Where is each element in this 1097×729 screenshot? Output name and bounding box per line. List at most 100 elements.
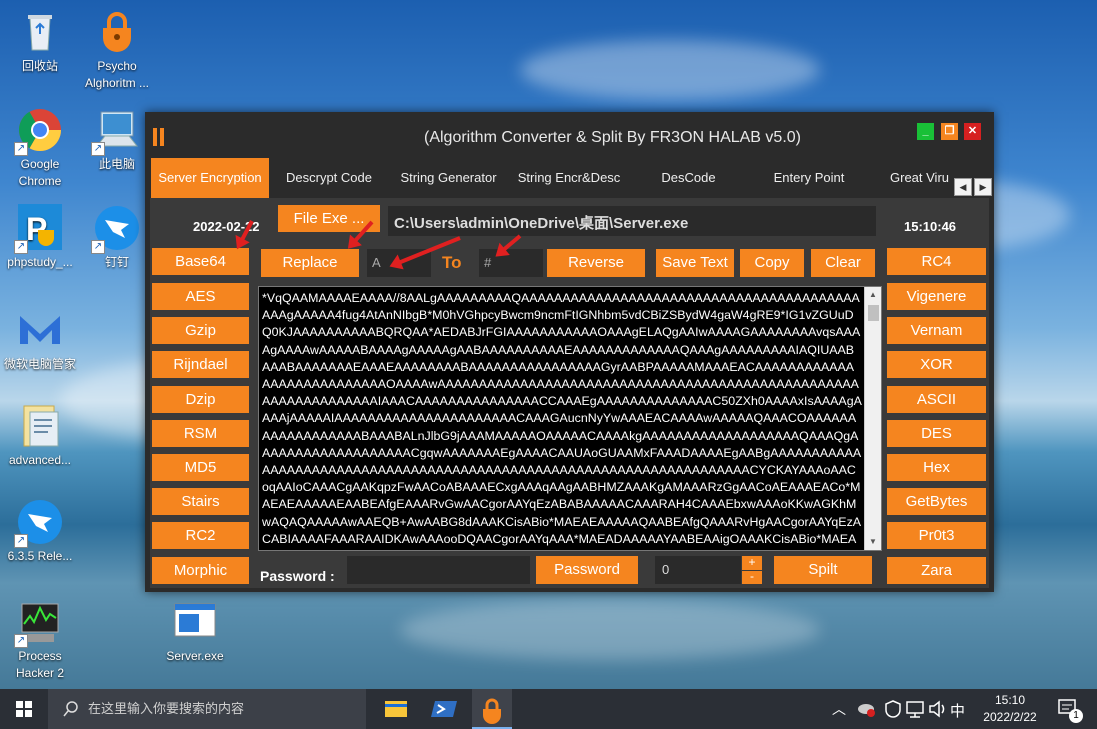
aes-button[interactable]: AES (152, 283, 249, 310)
split-count-input[interactable]: 0 (655, 556, 741, 584)
gzip-button[interactable]: Gzip (152, 317, 249, 344)
vernam-button[interactable]: Vernam (887, 317, 986, 344)
des-button[interactable]: DES (887, 420, 986, 447)
folder-icon (385, 701, 407, 717)
rsm-button[interactable]: RSM (152, 420, 249, 447)
title-bar[interactable]: (Algorithm Converter & Split By FR3ON HA… (145, 112, 994, 158)
password-label: Password : (260, 568, 335, 584)
desktop-icon-release[interactable]: ↗ 6.3.5 Rele... (0, 498, 80, 565)
md5-button[interactable]: MD5 (152, 454, 249, 481)
volume-icon[interactable] (926, 689, 948, 729)
desktop-icon-advanced[interactable]: advanced... (0, 402, 80, 469)
powershell-icon (431, 701, 457, 717)
output-scrollbar[interactable]: ▲ ▼ (864, 287, 881, 550)
recycle-bin-icon (16, 8, 64, 56)
windows-icon (16, 701, 32, 717)
xor-button[interactable]: XOR (887, 351, 986, 378)
tab-string-encr-desc[interactable]: String Encr&Desc (512, 158, 626, 198)
base64-button[interactable]: Base64 (152, 248, 249, 275)
output-text: *VqQAAMAAAAEAAAA//8AALgAAAAAAAAAQAAAAAAA… (262, 291, 862, 550)
pr0t3-button[interactable]: Pr0t3 (887, 522, 986, 549)
split-button[interactable]: Spilt (774, 556, 872, 584)
app-logo-icon (153, 128, 167, 146)
tab-scroll-right-button[interactable]: ▶ (974, 178, 992, 196)
lock-icon (483, 698, 501, 724)
rc2-button[interactable]: RC2 (152, 522, 249, 549)
file-path-field[interactable]: C:\Users\admin\OneDrive\桌面\Server.exe (388, 206, 876, 236)
window-title: (Algorithm Converter & Split By FR3ON HA… (423, 129, 801, 146)
copy-button[interactable]: Copy (740, 249, 804, 277)
desktop-icon-chrome[interactable]: ↗ Google Chrome (0, 106, 80, 190)
computer-icon: ↗ (91, 106, 141, 156)
clear-button[interactable]: Clear (811, 249, 875, 277)
save-text-button[interactable]: Save Text (656, 249, 734, 277)
chrome-icon: ↗ (14, 106, 64, 156)
tab-descrypt-code[interactable]: Descrypt Code (275, 158, 383, 198)
pc-manager-icon (16, 306, 64, 354)
taskbar: 在这里输入你要搜索的内容 ︿ 中 15:10 2022/2/22 1 (0, 689, 1097, 729)
getbytes-button[interactable]: GetBytes (887, 488, 986, 515)
morphic-button[interactable]: Morphic (152, 557, 249, 584)
tab-scroll-left-button[interactable]: ◀ (954, 178, 972, 196)
notification-badge: 1 (1069, 709, 1083, 723)
scroll-thumb[interactable] (868, 305, 879, 321)
clock-date: 2022/2/22 (983, 710, 1037, 724)
scroll-down-icon[interactable]: ▼ (865, 534, 881, 550)
desktop-icon-pc-manager[interactable]: 微软电脑管家 (0, 306, 80, 373)
desktop-icon-process-hacker[interactable]: ↗ Process Hacker 2 (0, 598, 80, 682)
password-button[interactable]: Password (536, 556, 638, 584)
onedrive-status-icon[interactable] (856, 689, 878, 729)
dingtalk-icon: ↗ (14, 498, 64, 548)
tab-descode[interactable]: DesCode (645, 158, 732, 198)
executable-icon (171, 598, 219, 646)
vigenere-button[interactable]: Vigenere (887, 283, 986, 310)
security-tray-icon[interactable] (882, 689, 904, 729)
ascii-button[interactable]: ASCII (887, 386, 986, 413)
stairs-button[interactable]: Stairs (152, 488, 249, 515)
tab-server-encryption[interactable]: Server Encryption (151, 158, 269, 198)
show-hidden-icons-button[interactable]: ︿ (832, 699, 846, 719)
scroll-up-icon[interactable]: ▲ (865, 287, 881, 303)
taskbar-clock[interactable]: 15:10 2022/2/22 (975, 693, 1045, 724)
zara-button[interactable]: Zara (887, 557, 986, 584)
reverse-button[interactable]: Reverse (547, 249, 645, 277)
search-icon (62, 689, 80, 729)
split-count-plus-button[interactable]: + (742, 556, 762, 570)
desktop-icon-phpstudy[interactable]: P ↗ phpstudy_... (0, 204, 80, 271)
password-input[interactable] (347, 556, 530, 584)
file-explorer-taskbar-button[interactable] (376, 689, 416, 729)
time-display: 15:10:46 (904, 219, 957, 234)
dzip-button[interactable]: Dzip (152, 386, 249, 413)
close-button[interactable]: ✕ (964, 123, 981, 140)
tab-strip: Server Encryption Descrypt Code String G… (145, 158, 994, 198)
clock-time: 15:10 (994, 693, 1026, 707)
cloud-decoration (400, 600, 820, 660)
search-placeholder: 在这里输入你要搜索的内容 (88, 701, 245, 716)
restore-button[interactable]: ❐ (941, 123, 958, 140)
split-count-minus-button[interactable]: - (742, 570, 762, 584)
powershell-taskbar-button[interactable] (424, 689, 464, 729)
minimize-button[interactable]: _ (917, 123, 934, 140)
cloud-decoration (520, 40, 820, 100)
tab-great-virus[interactable]: Great Viru (890, 158, 954, 198)
rijndael-button[interactable]: Rijndael (152, 351, 249, 378)
notification-center-button[interactable]: 1 (1054, 689, 1084, 729)
lock-icon (93, 8, 141, 56)
replace-button[interactable]: Replace (261, 249, 359, 277)
ime-indicator[interactable]: 中 (950, 700, 965, 721)
app-window: (Algorithm Converter & Split By FR3ON HA… (145, 112, 994, 592)
tab-string-generator[interactable]: String Generator (391, 158, 506, 198)
dingtalk-icon: ↗ (91, 204, 141, 254)
desktop-icon-psycho-alghoritm[interactable]: Psycho Alghoritm ... (77, 8, 157, 92)
start-button[interactable] (0, 689, 48, 729)
taskbar-search[interactable]: 在这里输入你要搜索的内容 (48, 689, 366, 729)
network-icon[interactable] (904, 689, 926, 729)
rc4-button[interactable]: RC4 (887, 248, 986, 275)
desktop-icon-server-exe[interactable]: Server.exe (155, 598, 235, 665)
output-textarea[interactable]: *VqQAAMAAAAEAAAA//8AALgAAAAAAAAAQAAAAAAA… (258, 286, 882, 551)
desktop-icon-recycle-bin[interactable]: 回收站 (0, 8, 80, 75)
tab-entery-point[interactable]: Entery Point (757, 158, 861, 198)
hex-button[interactable]: Hex (887, 454, 986, 481)
replace-to-input[interactable]: # (479, 249, 543, 277)
psycho-taskbar-button[interactable] (472, 689, 512, 729)
